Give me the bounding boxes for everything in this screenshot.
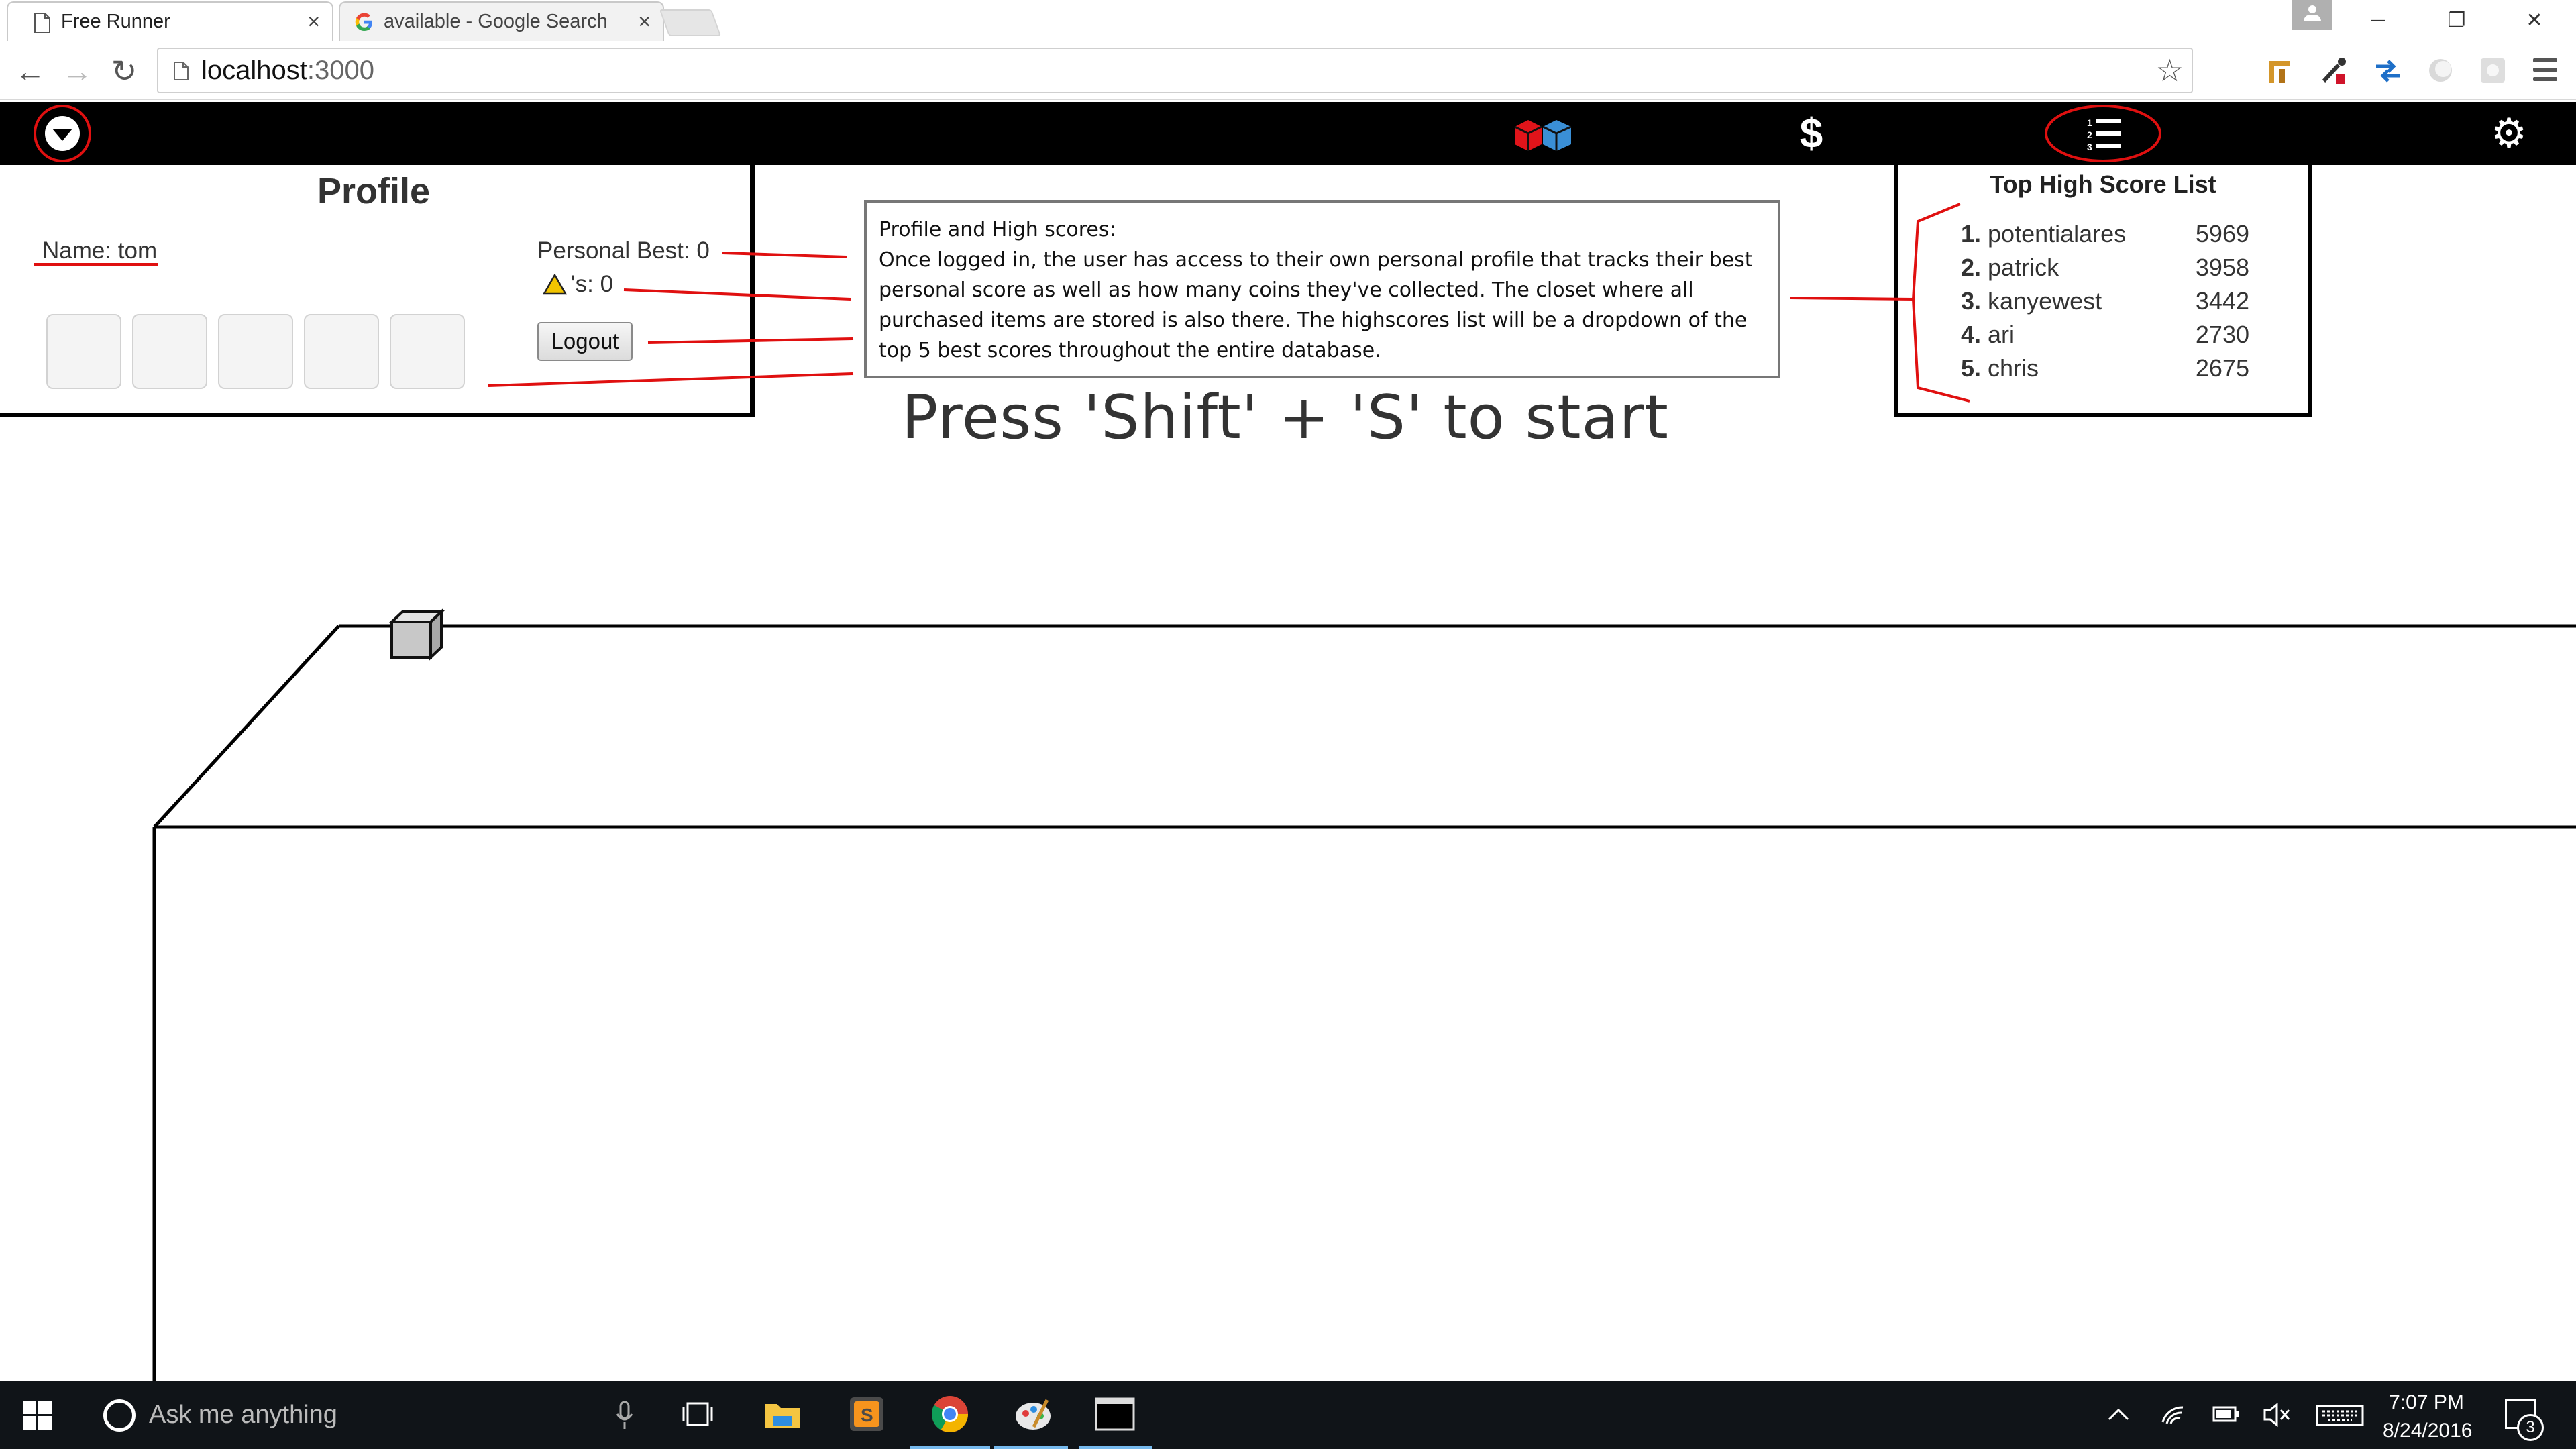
- chrome-icon[interactable]: [928, 1393, 971, 1436]
- annotation-lines: [34, 203, 1970, 402]
- game-track: [152, 624, 2576, 1382]
- windows-taskbar: Ask me anything S 7:07 PM 8/24/2016 3: [0, 1381, 2576, 1449]
- wifi-icon[interactable]: [2160, 1381, 2187, 1449]
- running-app-indicator: [1079, 1446, 1152, 1449]
- terminal-icon[interactable]: [1093, 1393, 1136, 1436]
- clock-date: 8/24/2016: [2383, 1419, 2473, 1442]
- sublime-text-icon[interactable]: S: [845, 1393, 888, 1436]
- paint-icon[interactable]: [1012, 1393, 1055, 1436]
- volume-muted-icon[interactable]: [2262, 1381, 2292, 1449]
- tab-title: Free Runner: [61, 11, 170, 32]
- taskbar-clock[interactable]: 7:07 PM 8/24/2016: [2383, 1389, 2473, 1445]
- tray-chevron-icon[interactable]: [2106, 1381, 2131, 1449]
- tab-close-icon[interactable]: ×: [307, 3, 320, 41]
- search-placeholder: Ask me anything: [149, 1401, 337, 1429]
- notification-count-badge: 3: [2517, 1414, 2544, 1441]
- page-icon: [34, 13, 50, 33]
- svg-text:S: S: [861, 1405, 873, 1426]
- battery-icon[interactable]: [2211, 1381, 2241, 1449]
- clock-time: 7:07 PM: [2389, 1391, 2464, 1413]
- game-canvas[interactable]: [0, 0, 2576, 1382]
- windows-start-icon[interactable]: [23, 1401, 52, 1430]
- tab-free-runner[interactable]: Free Runner ×: [7, 1, 333, 41]
- player-cube-icon: [388, 608, 445, 661]
- task-view-icon[interactable]: [676, 1393, 719, 1436]
- file-explorer-icon[interactable]: [761, 1393, 804, 1436]
- keyboard-icon[interactable]: [2316, 1381, 2364, 1449]
- cortana-icon: [103, 1399, 136, 1432]
- microphone-icon[interactable]: [614, 1401, 635, 1430]
- cortana-search-box[interactable]: Ask me anything: [94, 1381, 651, 1449]
- running-app-indicator: [994, 1446, 1068, 1449]
- active-app-indicator: [910, 1446, 990, 1449]
